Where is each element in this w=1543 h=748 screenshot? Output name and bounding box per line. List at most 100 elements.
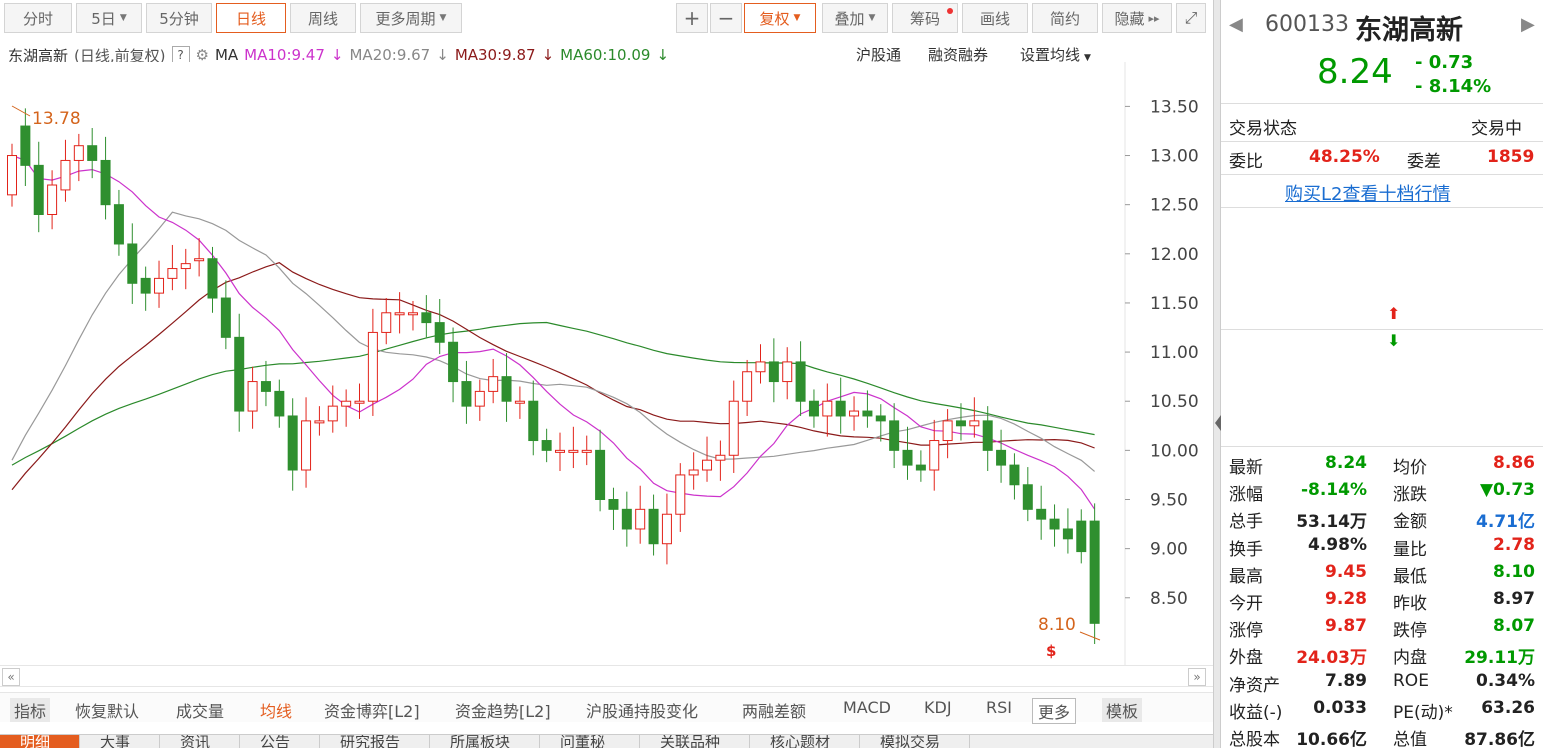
tab-volume[interactable]: 成交量 (176, 698, 224, 722)
tab-sim-trade[interactable]: 模拟交易 (860, 735, 970, 748)
candle-body (849, 410, 860, 417)
stat-label: 最高 (1229, 566, 1263, 587)
candle-body (327, 405, 338, 422)
overlay-label: 叠加 (834, 9, 865, 28)
y-tick-label: 11.50 (1150, 294, 1199, 314)
tab-5min[interactable]: 5分钟 (146, 3, 212, 33)
candle-body (541, 440, 552, 451)
notification-dot (947, 8, 953, 14)
divider (1221, 174, 1543, 175)
stat-value: 87.86亿 (1464, 730, 1535, 748)
wc-value: 1859 (1487, 147, 1535, 167)
hide-button[interactable]: 隐藏 ▸▸ (1102, 3, 1172, 33)
candle-body (808, 400, 819, 417)
up-arrow-icon: ⬆ (1387, 304, 1401, 323)
tab-daily[interactable]: 日线 (216, 3, 286, 33)
stat-label: 内盘 (1393, 648, 1427, 669)
zoom-in-icon[interactable]: + (676, 3, 708, 33)
candle-body (915, 464, 926, 471)
tab-hsgt-holding[interactable]: 沪股通持股变化 (586, 698, 698, 722)
tab-5day[interactable]: 5日 ▼ (76, 3, 142, 33)
simple-button[interactable]: 简约 (1032, 3, 1098, 33)
candle-body (394, 312, 405, 316)
stat-value: 8.24 (1325, 453, 1367, 473)
divider (1221, 141, 1543, 142)
price-change: - 0.73 (1415, 52, 1474, 73)
more-button[interactable]: 更多 (1032, 698, 1077, 724)
tab-core-themes[interactable]: 核心题材 (750, 735, 860, 748)
candlestick-chart[interactable]: 13.50 13.00 12.50 12.00 11.50 11.00 10.50 10.00… (0, 62, 1213, 665)
horizontal-scrollbar[interactable]: « » (0, 665, 1213, 687)
wb-label: 委比 (1229, 152, 1263, 172)
tab-detail[interactable]: 明细 (0, 735, 80, 748)
tab-macd[interactable]: MACD (843, 698, 891, 717)
candle-body (1076, 520, 1087, 553)
chart-background (0, 62, 1213, 665)
stat-label: 金额 (1393, 512, 1427, 533)
tab-rsi[interactable]: RSI (986, 698, 1012, 717)
stat-value: 2.78 (1493, 534, 1535, 555)
tab-ma[interactable]: 均线 (260, 698, 292, 722)
stat-label: 总股本 (1229, 730, 1280, 748)
y-tick-label: 11.00 (1150, 343, 1199, 363)
tab-more-periods[interactable]: 更多周期 ▼ (360, 3, 462, 33)
tab-fund-trend[interactable]: 资金趋势[L2] (455, 698, 551, 722)
candle-body (73, 145, 84, 161)
candle-body (7, 155, 17, 196)
indicator-header: 指标 (10, 698, 51, 722)
tab-news[interactable]: 资讯 (160, 735, 240, 748)
tab-margin-diff[interactable]: 两融差额 (742, 698, 806, 722)
candle-body (301, 420, 312, 471)
y-tick-label: 12.00 (1150, 245, 1199, 265)
tab-ask-secretary[interactable]: 问董秘 (540, 735, 640, 748)
tab-related[interactable]: 关联品种 (640, 735, 750, 748)
overlay-button[interactable]: 叠加 ▼ (822, 3, 888, 33)
tab-intraday[interactable]: 分时 (4, 3, 72, 33)
stat-value: 8.97 (1493, 589, 1535, 609)
candle-body (835, 400, 846, 417)
panel-divider[interactable] (1213, 0, 1221, 748)
tab-events[interactable]: 大事 (80, 735, 160, 748)
candle-body (568, 449, 579, 453)
tab-weekly[interactable]: 周线 (290, 3, 356, 33)
stat-value: 4.98% (1308, 534, 1367, 555)
draw-button[interactable]: 画线 (962, 3, 1028, 33)
tab-fund-game[interactable]: 资金博弈[L2] (324, 698, 420, 722)
stock-code: 600133 (1265, 12, 1349, 37)
chevron-down-icon: ▼ (868, 13, 876, 23)
zoom-out-icon[interactable]: − (710, 3, 742, 33)
template-button[interactable]: 模板 (1102, 698, 1143, 722)
prev-stock-icon[interactable]: ◀ (1229, 14, 1243, 35)
stat-value: 24.03万 (1296, 648, 1367, 669)
stat-value: 8.10 (1493, 561, 1535, 582)
candle-body (675, 474, 686, 515)
tab-research[interactable]: 研究报告 (320, 735, 430, 748)
tab-kdj[interactable]: KDJ (924, 698, 952, 717)
adjust-button[interactable]: 复权 ▼ (744, 3, 816, 33)
candle-body (461, 381, 472, 407)
adjust-label: 复权 (759, 9, 790, 28)
tab-reset-default[interactable]: 恢复默认 (75, 698, 139, 722)
candle-body (702, 459, 713, 471)
tab-notices[interactable]: 公告 (240, 735, 320, 748)
candle-body (755, 361, 766, 373)
candle-body (154, 277, 165, 294)
tab-sectors[interactable]: 所属板块 (430, 735, 540, 748)
stat-label: 净资产 (1229, 675, 1280, 696)
candle-body (488, 376, 499, 392)
candle-body (100, 159, 111, 206)
stat-label: 最低 (1393, 566, 1427, 587)
l2-purchase-link[interactable]: 购买L2查看十档行情 (1285, 180, 1450, 206)
last-price: 8.24 (1317, 52, 1393, 92)
candle-body (635, 508, 646, 530)
scroll-right-icon[interactable]: » (1188, 668, 1206, 686)
candle-body (728, 400, 739, 456)
fullscreen-icon[interactable]: ⤢ (1176, 3, 1206, 33)
pct-change: - 8.14% (1415, 76, 1492, 97)
stat-value: 8.07 (1493, 616, 1535, 637)
next-stock-icon[interactable]: ▶ (1521, 14, 1535, 35)
stat-value: 9.28 (1325, 589, 1367, 609)
scroll-left-icon[interactable]: « (2, 668, 20, 686)
candle-body (715, 454, 726, 461)
chips-button[interactable]: 筹码 (892, 3, 958, 33)
